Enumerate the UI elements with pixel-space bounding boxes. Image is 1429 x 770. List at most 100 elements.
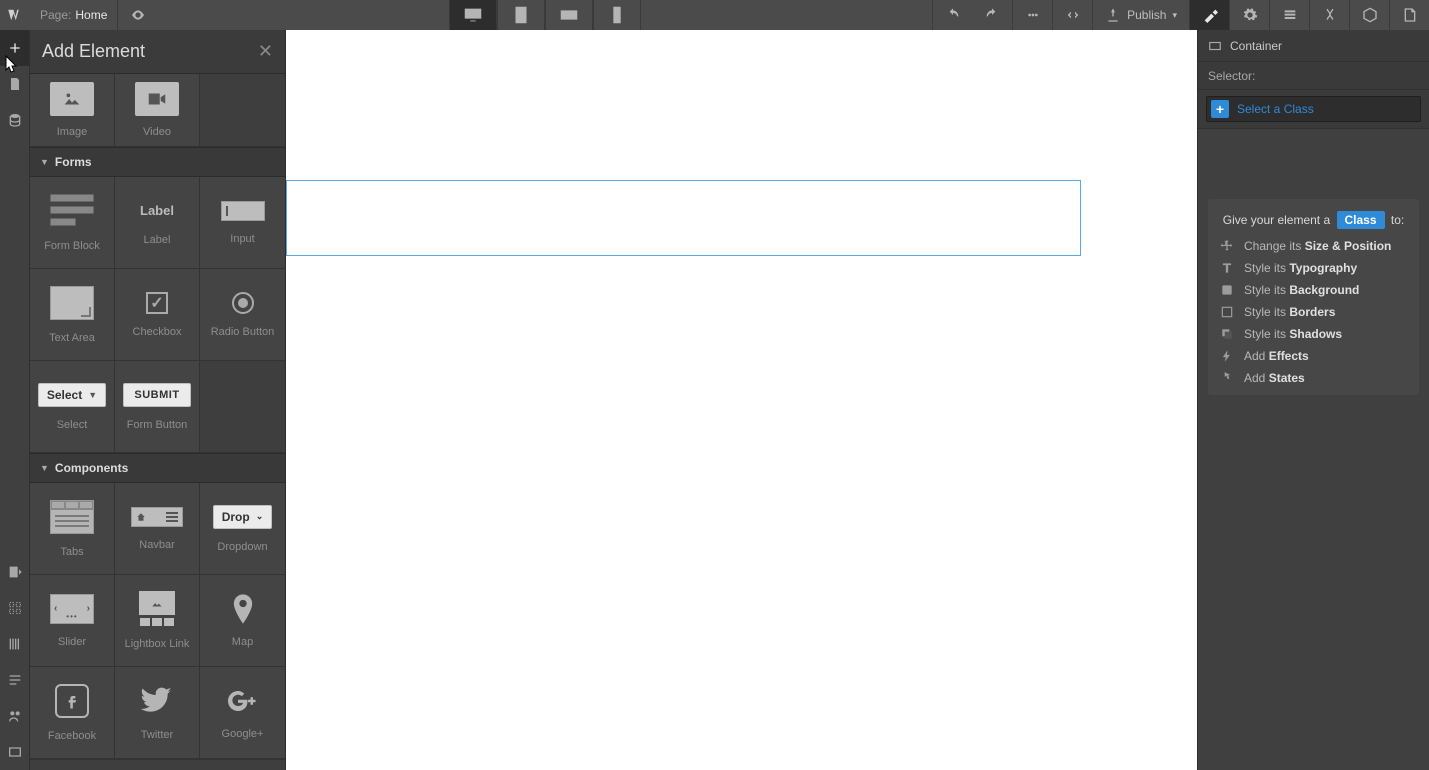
breadcrumb-label: Container [1230, 39, 1282, 53]
hint-typography: Style its Typography [1220, 261, 1407, 275]
panel-title: Add Element [42, 41, 145, 62]
input-icon [221, 201, 265, 221]
device-phone[interactable] [593, 0, 641, 30]
element-facebook[interactable]: Facebook [30, 667, 115, 759]
interactions-panel-tab[interactable] [1309, 0, 1349, 30]
device-switcher [449, 0, 641, 30]
close-panel-button[interactable]: ✕ [258, 41, 273, 62]
preview-toggle[interactable] [117, 0, 157, 30]
device-tablet-landscape[interactable] [545, 0, 593, 30]
hint-size-position: Change its Size & Position [1220, 239, 1407, 253]
publish-label: Publish [1127, 8, 1166, 22]
element-label[interactable]: Label Label [115, 177, 200, 269]
selector-label: Selector: [1198, 62, 1429, 90]
element-input[interactable]: Input [200, 177, 285, 269]
tool-6[interactable] [0, 734, 29, 770]
element-select[interactable]: Select▼ Select [30, 361, 115, 453]
assets-panel-tab[interactable] [1349, 0, 1389, 30]
form-block-icon [50, 194, 94, 228]
element-slider[interactable]: ‹›••• Slider [30, 575, 115, 667]
element-textarea-label: Text Area [49, 332, 95, 344]
element-textarea[interactable]: Text Area [30, 269, 115, 361]
element-video[interactable]: Video [115, 74, 200, 146]
element-checkbox-label: Checkbox [133, 326, 182, 338]
element-form-block[interactable]: Form Block [30, 177, 115, 269]
element-select-label: Select [57, 419, 88, 431]
page-name[interactable]: Home [75, 0, 117, 30]
cms-tab[interactable] [0, 102, 29, 138]
element-video-label: Video [143, 126, 171, 138]
design-canvas[interactable] [286, 30, 1197, 770]
undo-button[interactable] [932, 0, 972, 30]
element-radio[interactable]: Radio Button [200, 269, 285, 361]
style-panel-tab[interactable] [1189, 0, 1229, 30]
navigator-panel-tab[interactable] [1269, 0, 1309, 30]
panel-header: Add Element ✕ [30, 30, 285, 74]
tool-1[interactable] [0, 554, 29, 590]
image-icon [50, 82, 94, 116]
element-lightbox[interactable]: Lightbox Link [115, 575, 200, 667]
device-desktop[interactable] [449, 0, 497, 30]
pages-tab[interactable] [0, 66, 29, 102]
chevron-down-icon: ▾ [1172, 10, 1177, 21]
pages-panel-tab[interactable] [1389, 0, 1429, 30]
element-radio-label: Radio Button [211, 326, 275, 338]
element-tabs[interactable]: Tabs [30, 483, 115, 575]
element-navbar[interactable]: Navbar [115, 483, 200, 575]
element-image[interactable]: Image [30, 74, 115, 146]
app-logo[interactable] [0, 0, 30, 30]
checkbox-icon [146, 292, 168, 314]
map-pin-icon [232, 594, 254, 624]
element-twitter-label: Twitter [141, 729, 173, 741]
selected-container-outline[interactable] [286, 180, 1081, 256]
element-slider-label: Slider [58, 636, 86, 648]
class-hint-card: Give your element a Class to: Change its… [1208, 199, 1419, 395]
submit-icon: SUBMIT [123, 383, 190, 407]
breadcrumb[interactable]: Container [1198, 30, 1429, 62]
comments-button[interactable] [1012, 0, 1052, 30]
element-form-block-label: Form Block [44, 240, 100, 252]
class-chip: Class [1337, 211, 1385, 229]
hint-lead: Give your element a Class to: [1220, 213, 1407, 227]
element-googleplus[interactable]: Google+ [200, 667, 285, 759]
add-class-icon: + [1211, 100, 1229, 118]
section-components[interactable]: ▼ Components [30, 453, 285, 483]
slider-icon: ‹›••• [50, 594, 94, 624]
publish-button[interactable]: Publish ▾ [1092, 0, 1189, 30]
section-components-label: Components [55, 461, 128, 475]
googleplus-icon [228, 686, 258, 716]
code-export-button[interactable] [1052, 0, 1092, 30]
dropdown-icon: Drop⌄ [213, 505, 273, 529]
hint-effects: Add Effects [1220, 349, 1407, 363]
top-toolbar: Page: Home Publish ▾ [0, 0, 1429, 30]
twitter-icon [141, 685, 173, 717]
element-checkbox[interactable]: Checkbox [115, 269, 200, 361]
tool-4[interactable] [0, 662, 29, 698]
section-forms[interactable]: ▼ Forms [30, 147, 285, 177]
textarea-icon [50, 286, 94, 320]
element-image-label: Image [57, 126, 88, 138]
tool-5[interactable] [0, 698, 29, 734]
tool-2[interactable] [0, 590, 29, 626]
empty-cell [200, 361, 285, 453]
class-placeholder: Select a Class [1237, 102, 1314, 116]
tool-3[interactable] [0, 626, 29, 662]
element-tabs-label: Tabs [60, 546, 83, 558]
element-dropdown[interactable]: Drop⌄ Dropdown [200, 483, 285, 575]
class-selector-input[interactable]: + Select a Class [1206, 96, 1421, 122]
triangle-down-icon: ▼ [40, 463, 49, 473]
redo-button[interactable] [972, 0, 1012, 30]
element-twitter[interactable]: Twitter [115, 667, 200, 759]
element-map-label: Map [232, 636, 253, 648]
add-element-tab[interactable] [0, 30, 29, 66]
radio-icon [232, 292, 254, 314]
element-map[interactable]: Map [200, 575, 285, 667]
left-rail [0, 30, 30, 770]
page-label: Page: [30, 0, 75, 30]
device-tablet[interactable] [497, 0, 545, 30]
element-form-button[interactable]: SUBMIT Form Button [115, 361, 200, 453]
settings-panel-tab[interactable] [1229, 0, 1269, 30]
element-lightbox-label: Lightbox Link [125, 638, 190, 650]
triangle-down-icon: ▼ [40, 157, 49, 167]
label-icon: Label [134, 199, 180, 222]
